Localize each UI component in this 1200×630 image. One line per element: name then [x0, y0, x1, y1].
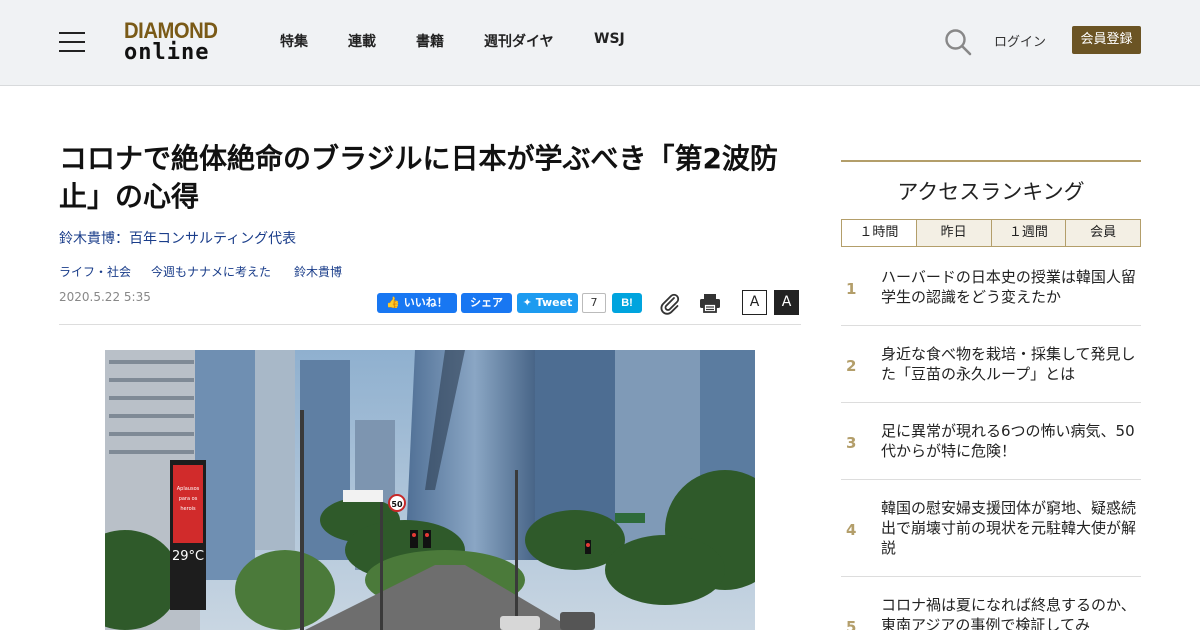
- article-title: コロナで絶体絶命のブラジルに日本が学ぶべき「第2波防止」の心得: [59, 142, 778, 213]
- rank-number: 4: [846, 521, 857, 539]
- ranking-item[interactable]: 5 コロナ禍は夏になれば終息するのか、東南アジアの事例で検証してみ: [841, 586, 1141, 630]
- speed-limit-sign: 50: [391, 500, 403, 509]
- font-size-large-button[interactable]: A: [774, 290, 799, 315]
- tab-1week[interactable]: １週間: [991, 219, 1067, 247]
- site-header: DIAMOND online 特集 連載 書籍 週刊ダイヤ WSJ ログイン 会…: [0, 0, 1200, 86]
- hatena-bookmark-button[interactable]: B!: [612, 293, 642, 313]
- svg-text:Aplausos: Aplausos: [177, 486, 200, 492]
- ranking-item[interactable]: 3 足に異常が現れる6つの怖い病気、50代からが特に危険！: [841, 412, 1141, 480]
- ranking-top-border: [841, 160, 1141, 162]
- rank-link[interactable]: ハーバードの日本史の授業は韓国人留学生の認識をどう変えたか: [881, 267, 1139, 307]
- publish-date: 2020.5.22 5:35: [59, 290, 151, 304]
- facebook-share-button[interactable]: シェア: [461, 293, 512, 313]
- tab-1hour[interactable]: １時間: [841, 219, 917, 247]
- rank-link[interactable]: 韓国の慰安婦支援団体が窮地、疑惑続出で崩壊寸前の現状を元駐韓大使が解説: [881, 498, 1139, 558]
- paperclip-icon[interactable]: [658, 291, 682, 315]
- like-label: いいね！: [403, 296, 448, 309]
- ranking-item[interactable]: 2 身近な食べ物を栽培・採集して発見した「豆苗の永久ループ」とは: [841, 335, 1141, 403]
- svg-text:para os: para os: [179, 496, 198, 502]
- twitter-bird-icon: ✦: [522, 296, 532, 309]
- divider: [59, 324, 801, 325]
- tweet-label: Tweet: [535, 296, 573, 309]
- nav-item-series[interactable]: 連載: [348, 31, 376, 51]
- ranking-title: アクセスランキング: [897, 180, 1085, 204]
- rank-link[interactable]: 身近な食べ物を栽培・採集して発見した「豆苗の永久ループ」とは: [881, 344, 1139, 384]
- nav-item-books[interactable]: 書籍: [416, 31, 444, 51]
- search-icon[interactable]: [944, 28, 972, 56]
- facebook-like-button[interactable]: 👍 いいね！: [377, 293, 457, 313]
- nav-item-weekly-diamond[interactable]: 週刊ダイヤ: [484, 31, 554, 51]
- article-photo: Aplausos para os herois 29°C 50: [105, 350, 755, 630]
- tweet-count: 7: [582, 293, 606, 313]
- ranking-item[interactable]: 4 韓国の慰安婦支援団体が窮地、疑惑続出で崩壊寸前の現状を元駐韓大使が解説: [841, 489, 1141, 577]
- tab-members[interactable]: 会員: [1066, 219, 1141, 247]
- divider: [841, 479, 1141, 480]
- nav-item-wsj[interactable]: WSJ: [594, 31, 625, 47]
- ranking-tabs: １時間 昨日 １週間 会員: [841, 219, 1141, 247]
- print-icon[interactable]: [698, 291, 722, 315]
- rank-link[interactable]: 足に異常が現れる6つの怖い病気、50代からが特に危険！: [881, 421, 1139, 461]
- logo-line2: online: [124, 40, 210, 65]
- font-size-small-button[interactable]: A: [742, 290, 767, 315]
- rank-number: 5: [846, 618, 857, 630]
- menu-icon[interactable]: [59, 32, 85, 54]
- temperature-display: 29°C: [172, 549, 204, 564]
- divider: [841, 402, 1141, 403]
- article-author[interactable]: 鈴木貴博：百年コンサルティング代表: [59, 228, 296, 248]
- tag-link[interactable]: 今週もナナメに考えた: [151, 263, 271, 280]
- thumbs-up-icon: 👍: [386, 296, 400, 309]
- tag-link[interactable]: 鈴木貴博: [294, 263, 342, 280]
- rank-link[interactable]: コロナ禍は夏になれば終息するのか、東南アジアの事例で検証してみ: [881, 595, 1139, 630]
- divider: [841, 576, 1141, 577]
- ranking-item[interactable]: 1 ハーバードの日本史の授業は韓国人留学生の認識をどう変えたか: [841, 258, 1141, 326]
- svg-text:herois: herois: [180, 506, 196, 512]
- divider: [841, 325, 1141, 326]
- rank-number: 2: [846, 357, 857, 375]
- tag-link[interactable]: ライフ・社会: [59, 263, 131, 280]
- tab-yesterday[interactable]: 昨日: [916, 219, 992, 247]
- tweet-button[interactable]: ✦ Tweet: [517, 293, 578, 313]
- register-button[interactable]: 会員登録: [1072, 26, 1141, 54]
- rank-number: 3: [846, 434, 857, 452]
- site-logo[interactable]: DIAMOND online: [124, 19, 228, 67]
- login-link[interactable]: ログイン: [994, 31, 1046, 50]
- nav-item-feature[interactable]: 特集: [280, 31, 308, 51]
- rank-number: 1: [846, 280, 857, 298]
